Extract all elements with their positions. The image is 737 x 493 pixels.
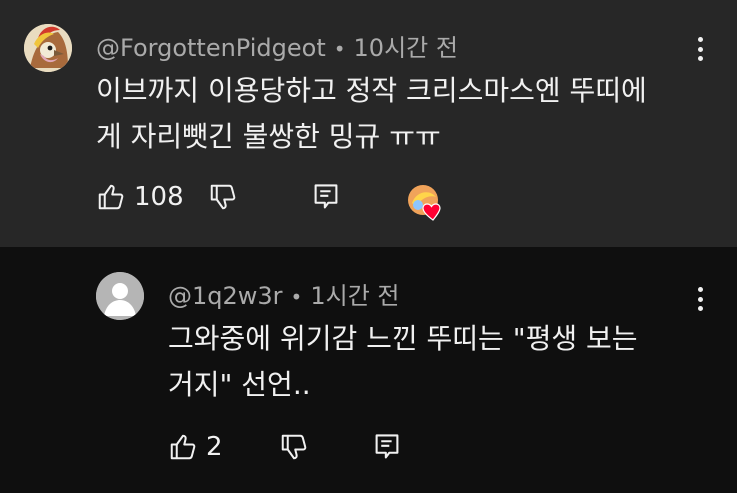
more-vertical-icon[interactable] bbox=[690, 35, 710, 63]
like-count: 108 bbox=[134, 182, 184, 212]
comment-text: 이브까지 이용당하고 정작 크리스마스엔 뚜띠에 게 자리뺏긴 불쌍한 밍규 ㅠ… bbox=[96, 74, 647, 153]
thumbs-down-icon[interactable] bbox=[208, 182, 238, 212]
thumbs-up-icon[interactable] bbox=[96, 182, 126, 212]
header-separator: • bbox=[333, 37, 346, 61]
comment-header: @ForgottenPidgeot • 10시간 전 bbox=[96, 28, 458, 63]
like-count: 2 bbox=[206, 432, 223, 462]
reply-comment-icon[interactable] bbox=[373, 432, 401, 462]
reply-actions: 2 bbox=[168, 432, 401, 462]
reply-text: 그와중에 위기감 느낀 뚜띠는 "평생 보는 거지" 선언.. bbox=[168, 322, 638, 401]
thumbs-up-icon[interactable] bbox=[168, 432, 198, 462]
comment-timestamp[interactable]: 10시간 전 bbox=[354, 28, 458, 63]
reply-timestamp[interactable]: 1시간 전 bbox=[310, 276, 399, 311]
more-vertical-icon[interactable] bbox=[690, 285, 710, 313]
reply-header: @1q2w3r • 1시간 전 bbox=[168, 276, 399, 311]
comment-item: @ForgottenPidgeot • 10시간 전 이브까지 이용당하고 정작… bbox=[0, 0, 737, 247]
thumbs-down-icon[interactable] bbox=[279, 432, 309, 462]
pidgeot-avatar-icon[interactable] bbox=[24, 24, 72, 72]
reply-author[interactable]: @1q2w3r bbox=[168, 282, 283, 310]
header-separator: • bbox=[290, 285, 303, 309]
creator-heart-icon bbox=[406, 183, 444, 221]
default-user-avatar-icon[interactable] bbox=[96, 272, 144, 320]
comment-thread: @ForgottenPidgeot • 10시간 전 이브까지 이용당하고 정작… bbox=[0, 0, 737, 493]
comment-author[interactable]: @ForgottenPidgeot bbox=[96, 34, 326, 62]
reply-comment-icon[interactable] bbox=[312, 182, 340, 212]
comment-actions: 108 bbox=[96, 182, 340, 212]
